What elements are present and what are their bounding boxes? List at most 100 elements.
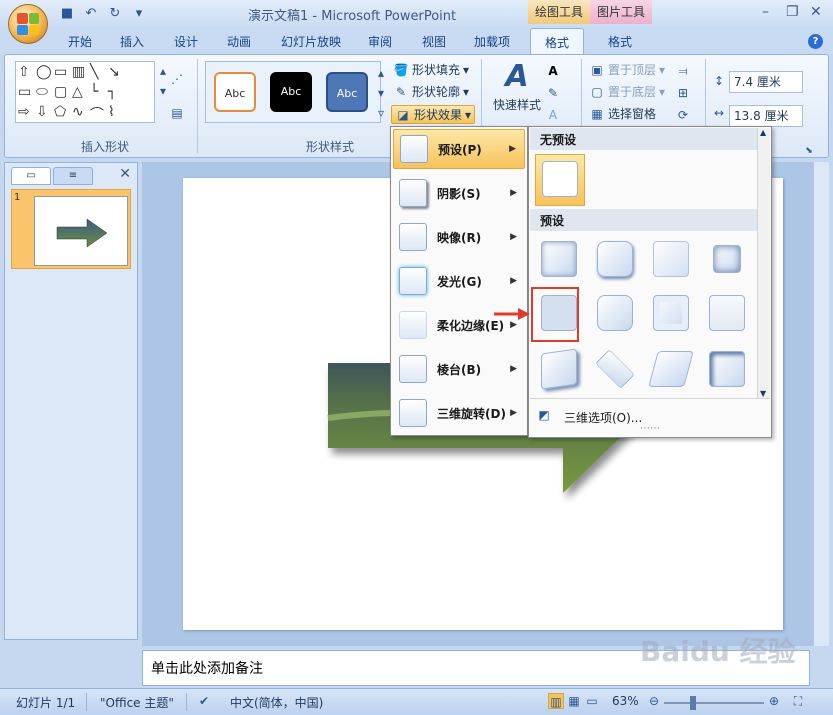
shape-blob-icon[interactable]: ◯ <box>36 64 54 84</box>
preset-option-12[interactable] <box>703 345 751 393</box>
zoom-slider[interactable] <box>664 702 764 704</box>
tab-insert[interactable]: 插入 <box>120 33 144 50</box>
preset-option-9[interactable] <box>535 345 583 393</box>
zoom-level[interactable]: 63% <box>612 694 639 708</box>
close-pane-icon[interactable]: ✕ <box>119 166 131 182</box>
preset-option-11[interactable] <box>647 345 695 393</box>
vertical-scrollbar[interactable] <box>813 162 829 646</box>
menu-item-shadow[interactable]: 阴影(S) ▶ <box>393 173 525 213</box>
style-sample-3[interactable]: Abc <box>326 72 368 112</box>
quick-styles-button[interactable]: A 快速样式 <box>489 59 545 113</box>
shape-textbox-icon[interactable]: ▭ <box>54 64 72 84</box>
shape-fill-button[interactable]: 🪣 形状填充 ▾ <box>393 61 470 78</box>
tab-slides-icon[interactable]: ▭ <box>11 167 51 185</box>
shape-effects-button[interactable]: ◪ 形状效果 ▾ <box>391 105 476 124</box>
style-sample-1[interactable]: Abc <box>214 72 256 112</box>
preset-option-10[interactable] <box>591 345 639 393</box>
text-outline-icon[interactable]: ✎ <box>545 85 561 101</box>
tab-slideshow[interactable]: 幻灯片放映 <box>281 33 341 50</box>
shape-roundrect-icon[interactable]: ▢ <box>54 84 72 104</box>
menu-item-glow[interactable]: 发光(G) ▶ <box>393 261 525 301</box>
help-icon[interactable]: ? <box>808 34 823 49</box>
undo-icon[interactable]: ↶ <box>82 5 100 23</box>
width-input[interactable]: 13.8 厘米 <box>729 105 803 127</box>
menu-item-reflection[interactable]: 映像(R) ▶ <box>393 217 525 257</box>
size-dialog-launcher-icon[interactable]: ⬊ <box>801 143 817 159</box>
zoom-out-icon[interactable]: ⊖ <box>646 693 662 709</box>
menu-item-preset[interactable]: 预设(P) ▶ <box>393 129 525 169</box>
style-sample-2[interactable]: Abc <box>270 72 312 112</box>
preset-option-3[interactable] <box>647 235 695 283</box>
close-icon[interactable]: ✕ <box>810 4 822 20</box>
styles-more-icon[interactable]: ▿ <box>373 105 389 121</box>
shapes-gallery[interactable]: ⇧ ◯ ▭ ▥ ╲ ↘ ▭ ⬭ ▢ △ └ ┐ ⇨ ⇩ ⬠ ∿ ⌒ ⌇ <box>15 61 155 123</box>
text-effects-icon[interactable]: A <box>545 107 561 123</box>
shape-elbow-icon[interactable]: └ <box>90 84 108 104</box>
fit-to-window-icon[interactable]: ⛶ <box>790 693 806 709</box>
tab-format-drawing[interactable]: 格式 <box>530 28 585 55</box>
styles-down-icon[interactable]: ▾ <box>373 85 389 101</box>
resize-grip-icon[interactable]: ⋯⋯ <box>640 423 660 434</box>
shape-arrow-line-icon[interactable]: ↘ <box>108 64 126 84</box>
shape-freeform-icon[interactable]: ⌇ <box>108 104 126 124</box>
tab-animation[interactable]: 动画 <box>227 33 251 50</box>
styles-up-icon[interactable]: ▴ <box>373 65 389 81</box>
tab-outline-icon[interactable]: ≡ <box>53 167 93 185</box>
shape-elbow2-icon[interactable]: ┐ <box>108 84 126 104</box>
bring-front-button[interactable]: ▣ 置于顶层 ▾ <box>589 61 665 78</box>
preset-option-8[interactable] <box>703 289 751 337</box>
no-preset-option[interactable] <box>535 154 585 206</box>
shape-down-arrow-icon[interactable]: ⇩ <box>36 104 54 124</box>
tab-design[interactable]: 设计 <box>174 33 198 50</box>
tab-review[interactable]: 审阅 <box>368 33 392 50</box>
normal-view-icon[interactable]: ▥ <box>548 693 564 709</box>
shape-triangle-icon[interactable]: △ <box>72 84 90 104</box>
slideshow-view-icon[interactable]: ▭ <box>584 693 600 709</box>
zoom-slider-thumb[interactable] <box>690 696 696 710</box>
preset-option-4[interactable] <box>703 235 751 283</box>
redo-icon[interactable]: ↻ <box>106 5 124 23</box>
group-icon[interactable]: ⊞ <box>675 85 691 101</box>
send-back-button[interactable]: ▢ 置于底层 ▾ <box>589 83 665 100</box>
spellcheck-icon[interactable]: ✔ <box>196 693 212 709</box>
shape-curve-icon[interactable]: ∿ <box>72 104 90 124</box>
preset-option-2[interactable] <box>591 235 639 283</box>
shape-right-arrow-icon[interactable]: ⇨ <box>18 104 36 124</box>
text-fill-icon[interactable]: A <box>545 63 561 79</box>
restore-icon[interactable]: ❐ <box>786 4 799 20</box>
3d-options-item[interactable]: ◩ 三维选项(O)... ⋯⋯ <box>530 398 770 436</box>
tab-addins[interactable]: 加载项 <box>474 33 510 50</box>
edit-shape-icon[interactable]: ⋰ <box>169 71 185 87</box>
preset-option-7[interactable] <box>647 289 695 337</box>
shape-line-icon[interactable]: ╲ <box>90 64 108 84</box>
office-button[interactable] <box>8 4 48 44</box>
preset-option-6[interactable] <box>591 289 639 337</box>
shape-oval-icon[interactable]: ⬭ <box>36 84 54 104</box>
slide-thumbnail[interactable]: 1 <box>11 189 131 269</box>
theme-name[interactable]: "Office 主题" <box>100 694 174 711</box>
scroll-down-icon[interactable]: ▼ <box>760 389 766 398</box>
textbox-icon[interactable]: ▤ <box>169 105 185 121</box>
shape-vtextbox-icon[interactable]: ▥ <box>72 64 90 84</box>
rotate-icon[interactable]: ⟳ <box>675 107 691 123</box>
height-input[interactable]: 7.4 厘米 <box>729 71 803 93</box>
tab-format-picture[interactable]: 格式 <box>608 33 632 50</box>
shape-arrow-up-icon[interactable]: ⇧ <box>18 64 36 84</box>
shape-pentagon-icon[interactable]: ⬠ <box>54 104 72 124</box>
menu-item-3d-rotation[interactable]: 三维旋转(D) ▶ <box>393 393 525 433</box>
shape-rect-icon[interactable]: ▭ <box>18 84 36 104</box>
language-indicator[interactable]: 中文(简体，中国) <box>230 694 323 711</box>
zoom-in-icon[interactable]: ⊕ <box>766 693 782 709</box>
scroll-up-icon[interactable]: ▲ <box>760 128 766 137</box>
menu-item-bevel[interactable]: 棱台(B) ▶ <box>393 349 525 389</box>
submenu-scrollbar[interactable]: ▲ ▼ <box>757 128 770 398</box>
shape-outline-button[interactable]: ✎ 形状轮廓 ▾ <box>393 83 469 100</box>
align-icon[interactable]: ⫤ <box>675 63 691 79</box>
preset-option-1[interactable] <box>535 235 583 283</box>
slide-sorter-icon[interactable]: ▦ <box>566 693 582 709</box>
save-icon[interactable]: ■ <box>58 5 76 23</box>
selection-pane-button[interactable]: ▦ 选择窗格 <box>589 105 656 122</box>
shape-arc-icon[interactable]: ⌒ <box>90 104 108 124</box>
customize-qat-icon[interactable]: ▾ <box>130 5 148 23</box>
tab-view[interactable]: 视图 <box>422 33 446 50</box>
